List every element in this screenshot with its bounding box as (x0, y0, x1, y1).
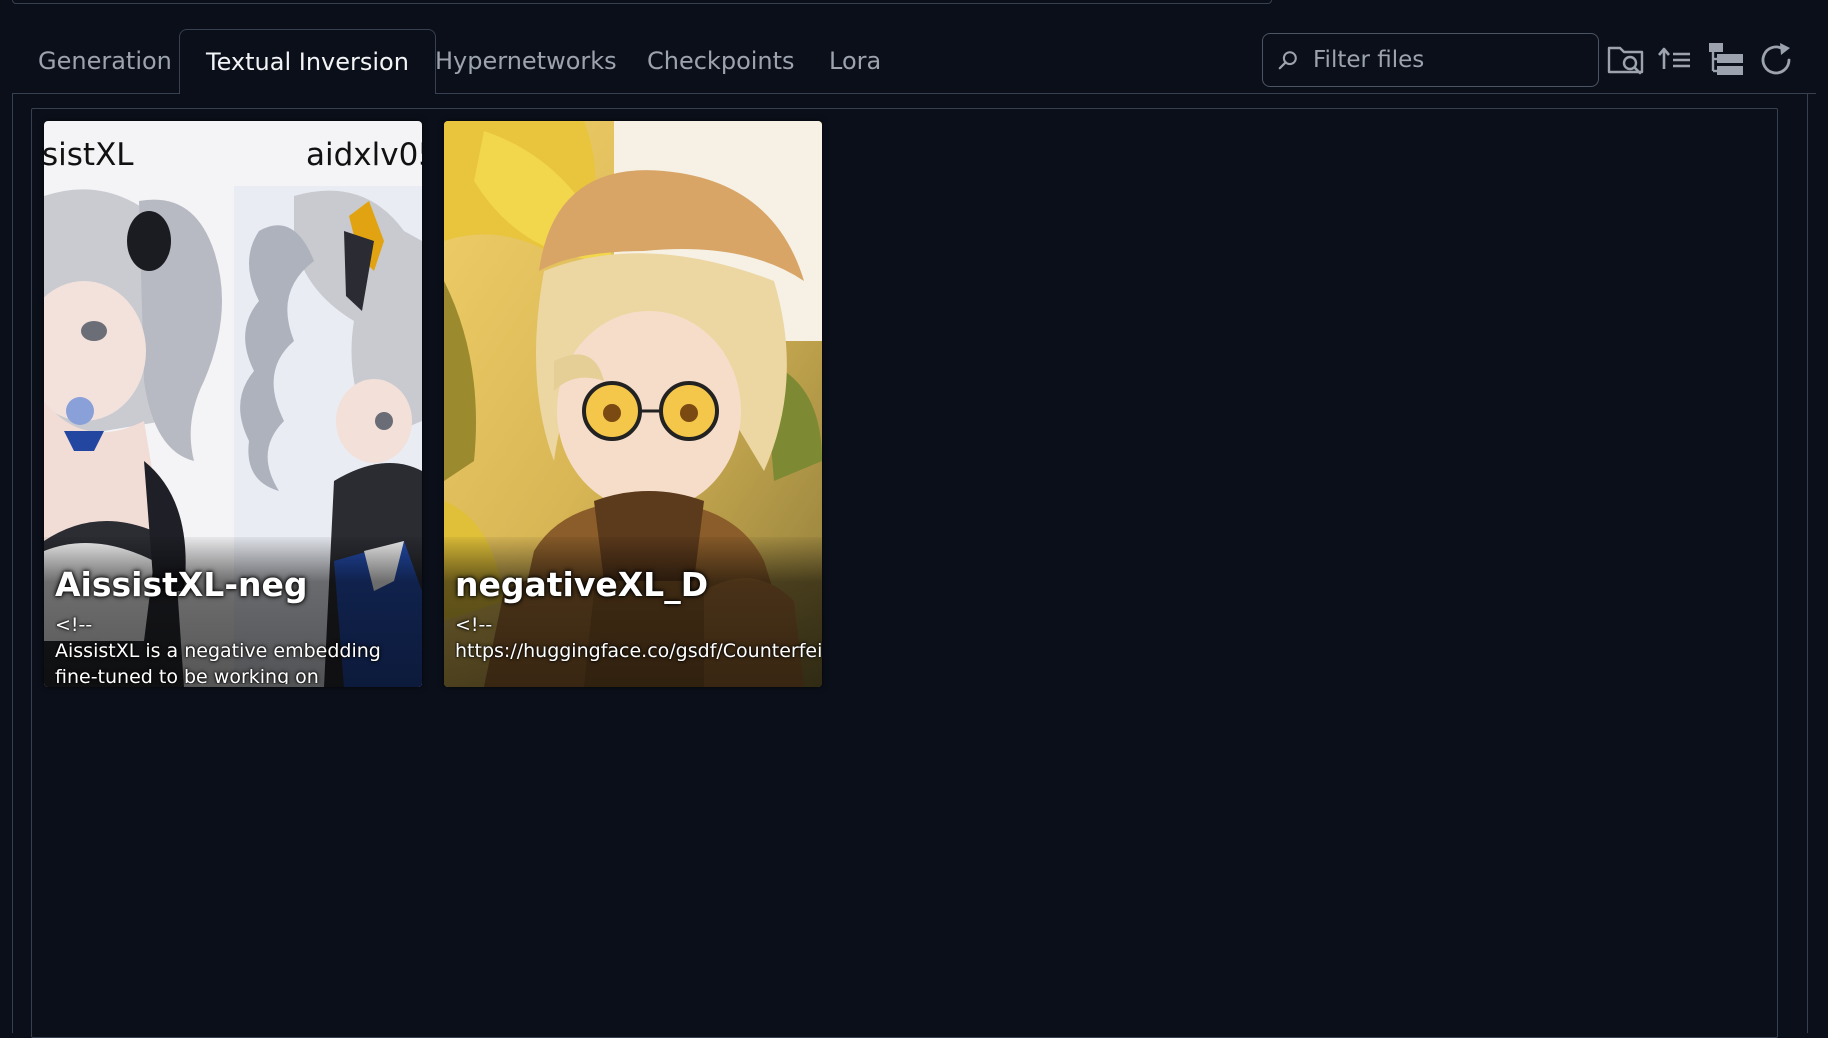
card-description: <!-- AissistXL is a negative embedding f… (55, 614, 381, 684)
search-icon (1278, 51, 1297, 70)
filter-files-input[interactable] (1311, 46, 1585, 74)
tab-checkpoints[interactable]: Checkpoints (621, 29, 821, 93)
filter-search-box[interactable] (1262, 33, 1599, 87)
tab-generation[interactable]: Generation (12, 29, 198, 93)
embedding-card-negativexl-d[interactable]: negativeXL_D <!-- https://huggingface.co… (444, 121, 822, 687)
tree-view-icon[interactable] (1706, 40, 1746, 80)
card-title: negativeXL_D (455, 565, 709, 604)
tab-hypernetworks[interactable]: Hypernetworks (409, 29, 643, 93)
folder-search-icon[interactable] (1606, 40, 1646, 80)
embedding-card-aissistxl[interactable]: sistXL aidxlv05 AissistXL-neg <!-- Aissi… (44, 121, 422, 687)
card-title: AissistXL-neg (55, 565, 308, 604)
sort-ascending-icon[interactable] (1656, 40, 1696, 80)
preview-label-left: sistXL (44, 137, 134, 173)
tab-textual-inversion[interactable]: Textual Inversion (179, 29, 436, 94)
tab-lora[interactable]: Lora (803, 29, 907, 93)
preview-label-right: aidxlv05 (306, 137, 422, 173)
card-description: <!-- https://huggingface.co/gsdf/Counter… (455, 614, 822, 662)
refresh-icon[interactable] (1756, 40, 1796, 80)
top-border (12, 0, 1272, 4)
